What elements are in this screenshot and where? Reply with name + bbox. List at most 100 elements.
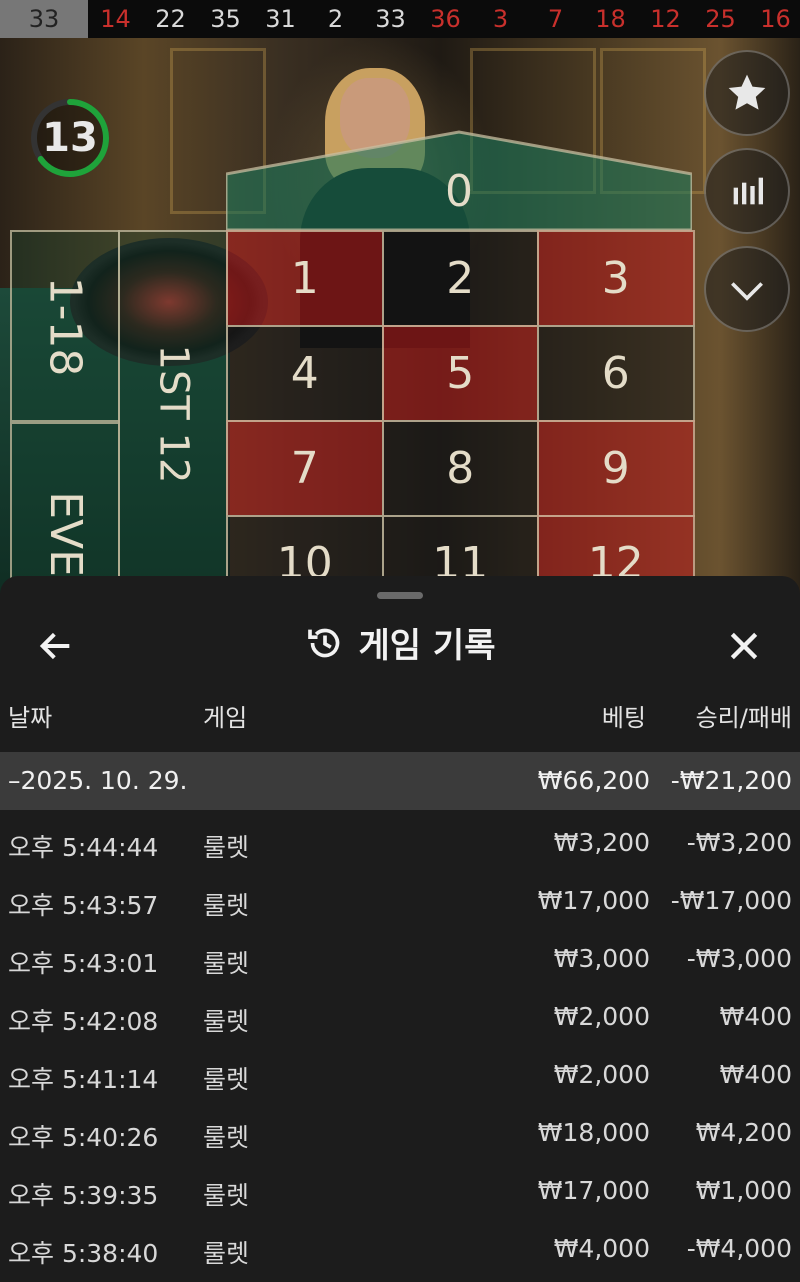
result-number: 2 — [327, 5, 344, 33]
result-number: 18 — [595, 5, 626, 33]
history-row-game: 룰렛 — [203, 1007, 250, 1036]
history-row-time: 오후 5:43:01 — [8, 949, 159, 978]
bet-cell-label: 3 — [601, 253, 630, 304]
history-row-bet: ₩2,000 — [553, 1060, 650, 1089]
bet-cell-number[interactable]: 3 — [537, 230, 695, 327]
history-row[interactable]: 오후 5:43:57 룰렛 ₩17,000 -₩17,000 — [0, 874, 800, 932]
date-group-row[interactable]: –2025. 10. 29. ₩66,200 -₩21,200 — [0, 752, 800, 810]
history-row-bet: ₩3,000 — [553, 944, 650, 973]
statistics-button[interactable] — [704, 148, 790, 234]
bet-cell-number[interactable]: 9 — [537, 420, 695, 517]
history-row[interactable]: 오후 5:44:44 룰렛 ₩3,200 -₩3,200 — [0, 816, 800, 874]
column-header-bet: 베팅 — [601, 704, 646, 732]
history-row-result: ₩1,000 — [695, 1176, 792, 1205]
result-number: 22 — [155, 5, 186, 33]
history-row-time: 오후 5:41:14 — [8, 1065, 159, 1094]
history-row-bet: ₩4,000 — [553, 1234, 650, 1263]
chevron-down-icon — [731, 282, 763, 301]
history-row[interactable]: 오후 5:39:35 룰렛 ₩17,000 ₩1,000 — [0, 1164, 800, 1222]
history-row-result: -₩3,000 — [686, 944, 792, 973]
zero-label: 0 — [445, 165, 473, 217]
date-group-date: –2025. 10. 29. — [8, 766, 188, 795]
history-row-bet: ₩17,000 — [537, 886, 650, 915]
live-video: 0 1-18 EVEN 1ST 12 1 2 3 4 5 6 7 8 9 10 11 12 13 — [0, 38, 800, 598]
bet-low-1-18[interactable]: 1-18 — [10, 230, 120, 422]
bet-cell-label: 5 — [446, 348, 475, 399]
history-row-game: 룰렛 — [203, 833, 250, 862]
result-number: 25 — [705, 5, 736, 33]
result-number: 14 — [100, 5, 131, 33]
history-row-time: 오후 5:39:35 — [8, 1181, 159, 1210]
history-row-result: -₩17,000 — [670, 886, 792, 915]
date-group-result: -₩21,200 — [670, 766, 792, 795]
history-row[interactable]: 오후 5:41:14 룰렛 ₩2,000 ₩400 — [0, 1048, 800, 1106]
bet-cell-label: 1 — [290, 253, 319, 304]
low-label: 1-18 — [39, 276, 91, 376]
history-row-result: ₩4,200 — [695, 1118, 792, 1147]
bet-cell-number[interactable]: 8 — [381, 420, 539, 517]
history-row-result: ₩400 — [719, 1060, 792, 1089]
sheet-header: 게임 기록 — [0, 606, 800, 676]
date-group-bet: ₩66,200 — [537, 766, 650, 795]
bet-cell-number[interactable]: 5 — [381, 325, 539, 422]
column-header-result: 승리/패배 — [695, 704, 792, 732]
bet-cell-label: 4 — [290, 348, 319, 399]
result-number: 16 — [760, 5, 791, 33]
recent-results-bar: 33 14 22 35 31 2 33 36 3 7 18 12 25 16 — [0, 0, 800, 38]
favorite-button[interactable] — [704, 50, 790, 136]
timer-value: 13 — [42, 115, 98, 161]
bet-cell-label: 2 — [446, 253, 475, 304]
collapse-button[interactable] — [704, 246, 790, 332]
history-row-time: 오후 5:42:08 — [8, 1007, 159, 1036]
history-row-game: 룰렛 — [203, 891, 250, 920]
history-row-result: ₩400 — [719, 1002, 792, 1031]
bet-cell-label: 8 — [446, 443, 475, 494]
close-icon — [730, 632, 758, 660]
result-number: 35 — [210, 5, 241, 33]
close-button[interactable] — [718, 620, 770, 672]
bet-cell-zero[interactable]: 0 — [226, 130, 692, 232]
bet-cell-number[interactable]: 4 — [226, 325, 384, 422]
result-number: 31 — [265, 5, 296, 33]
sheet-title: 게임 기록 — [0, 618, 800, 667]
bet-cell-label: 9 — [601, 443, 630, 494]
history-row-bet: ₩18,000 — [537, 1118, 650, 1147]
history-row-game: 룰렛 — [203, 949, 250, 978]
history-row-result: -₩4,000 — [686, 1234, 792, 1263]
history-row-bet: ₩3,200 — [553, 828, 650, 857]
bet-cell-number[interactable]: 2 — [381, 230, 539, 327]
history-row-time: 오후 5:44:44 — [8, 833, 159, 862]
stats-icon — [733, 177, 763, 205]
bet-cell-number[interactable]: 7 — [226, 420, 384, 517]
star-icon — [728, 74, 766, 110]
history-row-time: 오후 5:43:57 — [8, 891, 159, 920]
bet-cell-number[interactable]: 1 — [226, 230, 384, 327]
history-row[interactable]: 오후 5:40:26 룰렛 ₩18,000 ₩4,200 — [0, 1106, 800, 1164]
history-row-game: 룰렛 — [203, 1123, 250, 1152]
sheet-grabber[interactable] — [377, 592, 423, 599]
dozen-label: 1ST 12 — [150, 344, 197, 484]
history-row[interactable]: 오후 5:42:08 룰렛 ₩2,000 ₩400 — [0, 990, 800, 1048]
countdown-timer: 13 — [28, 96, 112, 180]
result-number: 33 — [375, 5, 406, 33]
history-row-bet: ₩2,000 — [553, 1002, 650, 1031]
history-icon — [307, 628, 339, 657]
bet-even[interactable]: EVEN — [10, 422, 120, 598]
result-number: 33 — [0, 0, 88, 38]
history-row-time: 오후 5:38:40 — [8, 1239, 159, 1268]
column-header-game: 게임 — [203, 704, 248, 732]
history-row-bet: ₩17,000 — [537, 1176, 650, 1205]
bet-cell-label: 6 — [601, 348, 630, 399]
bet-cell-number[interactable]: 6 — [537, 325, 695, 422]
history-row-game: 룰렛 — [203, 1065, 250, 1094]
result-number: 3 — [492, 5, 509, 33]
history-row-game: 룰렛 — [203, 1181, 250, 1210]
history-row-time: 오후 5:40:26 — [8, 1123, 159, 1152]
history-row[interactable]: 오후 5:38:40 룰렛 ₩4,000 -₩4,000 — [0, 1222, 800, 1280]
history-row-game: 룰렛 — [203, 1239, 250, 1268]
sheet-title-text: 게임 기록 — [358, 626, 496, 666]
bet-first-dozen[interactable]: 1ST 12 — [118, 230, 228, 598]
result-number: 12 — [650, 5, 681, 33]
game-history-sheet: 게임 기록 날짜 게임 베팅 승리/패배 –2025. 10. 29. ₩66,… — [0, 576, 800, 1282]
history-row[interactable]: 오후 5:43:01 룰렛 ₩3,000 -₩3,000 — [0, 932, 800, 990]
